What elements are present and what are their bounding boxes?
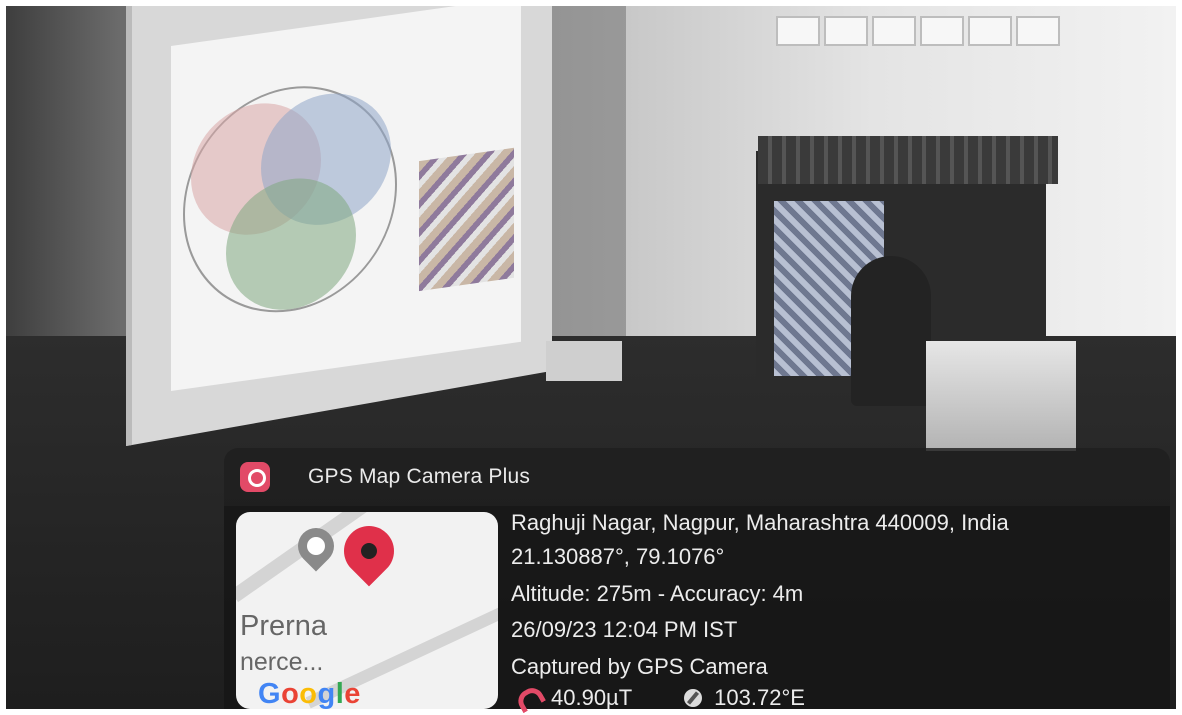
wall-vent xyxy=(968,16,1012,46)
magnet-icon xyxy=(513,683,547,713)
curtain xyxy=(758,136,1058,184)
wall-vent xyxy=(872,16,916,46)
compass-icon xyxy=(684,689,703,707)
projection-screen xyxy=(171,6,521,392)
map-thumbnail: Prerna nerce... Google xyxy=(236,512,498,709)
captured-by-text: Captured by GPS Camera xyxy=(511,654,768,679)
altitude-accuracy-text: Altitude: 275m - Accuracy: 4m xyxy=(511,581,804,606)
datetime-text: 26/09/23 12:04 PM IST xyxy=(511,617,738,642)
address-text: Raghuji Nagar, Nagpur, Maharashtra 44000… xyxy=(511,510,1009,535)
map-place-label: Prerna xyxy=(240,610,328,642)
wall-vent xyxy=(920,16,964,46)
magnetic-field-value: 40.90µT xyxy=(551,685,633,710)
wall-vent xyxy=(824,16,868,46)
desk xyxy=(926,341,1076,451)
sensor-row: 40.90µT 103.72°E xyxy=(513,683,805,713)
person-silhouette xyxy=(851,256,931,406)
camera-pin-icon xyxy=(240,462,270,492)
map-place-label-2: nerce... xyxy=(240,648,324,676)
app-name: GPS Map Camera Plus xyxy=(308,465,531,488)
wall-vent xyxy=(776,16,820,46)
wall-vent xyxy=(1016,16,1060,46)
slide-side-image xyxy=(419,147,514,292)
projector-shelf xyxy=(546,341,622,381)
google-logo: Google xyxy=(258,678,361,709)
gps-overlay-header: GPS Map Camera Plus xyxy=(224,448,1170,506)
heading-value: 103.72°E xyxy=(714,685,805,710)
coordinates-text: 21.130887°, 79.1076° xyxy=(511,544,725,569)
